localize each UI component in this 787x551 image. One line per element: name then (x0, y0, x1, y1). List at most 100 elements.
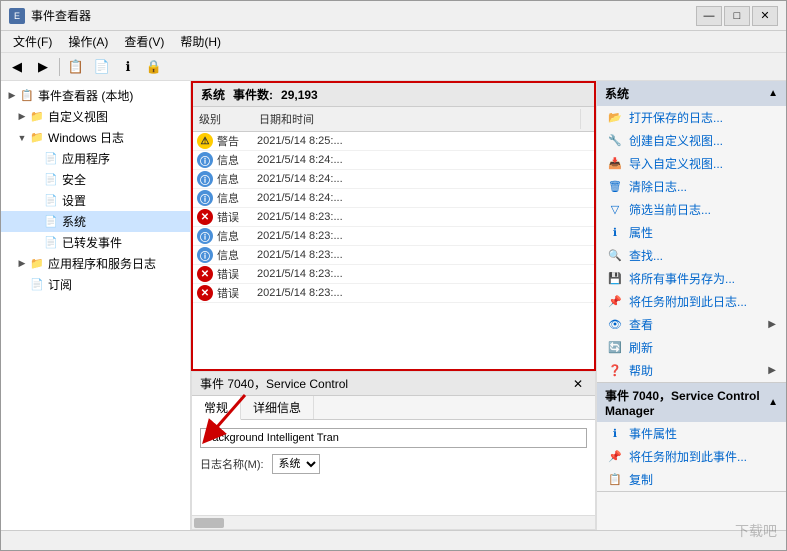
minimize-button[interactable]: — (696, 6, 722, 26)
detail-panel: 事件 7040，Service Control ✕ 常规 详细信息 日志名称(M… (191, 371, 596, 530)
sidebar-item-appsvclogs[interactable]: ▶ 📁 应用程序和服务日志 (1, 253, 190, 274)
sidebar-item-app[interactable]: 📄 应用程序 (1, 148, 190, 169)
action-icon-0-2: 📥 (607, 156, 623, 172)
right-action-1-0[interactable]: ℹ 事件属性 (597, 422, 786, 445)
level-text: 信息 (217, 247, 257, 263)
col-header-datetime: 日期和时间 (253, 109, 580, 129)
event-row[interactable]: ⚠ 警告 2021/5/14 8:25:... (193, 132, 594, 151)
detail-service-field (200, 428, 587, 448)
sidebar-label-subscriptions: 订阅 (48, 276, 72, 293)
menu-view[interactable]: 查看(V) (116, 31, 172, 52)
event-row[interactable]: ✕ 错误 2021/5/14 8:23:... (193, 265, 594, 284)
event-row[interactable]: ⓘ 信息 2021/5/14 8:24:... (193, 151, 594, 170)
right-action-0-1[interactable]: 🔧 创建自定义视图... (597, 129, 786, 152)
action-icon-0-3: 🗑 (607, 179, 623, 195)
log-select[interactable]: 系统 (272, 454, 320, 474)
event-row[interactable]: ⓘ 信息 2021/5/14 8:24:... (193, 170, 594, 189)
level-text: 错误 (217, 209, 257, 225)
panel-title: 系统 (201, 86, 225, 103)
sidebar-item-setup[interactable]: 📄 设置 (1, 190, 190, 211)
right-section-title-0: 系统 (605, 85, 629, 102)
right-action-1-2[interactable]: 📋 复制 (597, 468, 786, 491)
back-button[interactable]: ◀ (5, 56, 29, 78)
level-text: 错误 (217, 266, 257, 282)
action-icon-0-7: 💾 (607, 271, 623, 287)
right-action-0-11[interactable]: ❓ 帮助 ▶ (597, 359, 786, 382)
main-window: E 事件查看器 — □ ✕ 文件(F) 操作(A) 查看(V) 帮助(H) ◀ … (0, 0, 787, 551)
right-action-0-9[interactable]: 👁 查看 ▶ (597, 313, 786, 336)
maximize-button[interactable]: □ (724, 6, 750, 26)
right-action-0-7[interactable]: 💾 将所有事件另存为... (597, 267, 786, 290)
right-action-0-5[interactable]: ℹ 属性 (597, 221, 786, 244)
menu-action[interactable]: 操作(A) (60, 31, 116, 52)
sidebar-item-subscriptions[interactable]: 📄 订阅 (1, 274, 190, 295)
statusbar (1, 530, 786, 550)
sidebar-item-winlogs[interactable]: ▼ 📁 Windows 日志 (1, 127, 190, 148)
right-section-header-1[interactable]: 事件 7040，Service Control Manager▲ (597, 383, 786, 422)
action-icon-0-8: 📌 (607, 294, 623, 310)
scroll-thumb (194, 518, 224, 528)
sidebar-label-winlogs: Windows 日志 (48, 129, 124, 146)
event-row[interactable]: ✕ 错误 2021/5/14 8:23:... (193, 284, 594, 303)
event-row[interactable]: ✕ 错误 2021/5/14 8:23:... (193, 208, 594, 227)
close-button[interactable]: ✕ (752, 6, 778, 26)
level-text: 信息 (217, 171, 257, 187)
action-label-0-11: 帮助 (629, 362, 653, 379)
event-row[interactable]: ⓘ 信息 2021/5/14 8:23:... (193, 246, 594, 265)
event-rows[interactable]: ⚠ 警告 2021/5/14 8:25:... ⓘ 信息 2021/5/14 8… (193, 132, 594, 347)
main-content: ▶ 📋 事件查看器 (本地) ▶ 📁 自定义视图 ▼ 📁 Windows 日志 … (1, 81, 786, 530)
datetime-text: 2021/5/14 8:23:... (257, 230, 594, 242)
menu-file[interactable]: 文件(F) (5, 31, 60, 52)
level-text: 警告 (217, 133, 257, 149)
winlogs-icon: 📁 (29, 130, 45, 146)
toolbar-btn-3[interactable]: ℹ (116, 56, 140, 78)
datetime-text: 2021/5/14 8:23:... (257, 211, 594, 223)
detail-close-button[interactable]: ✕ (569, 377, 587, 391)
service-name-input[interactable] (200, 428, 587, 448)
tab-detail[interactable]: 详细信息 (241, 396, 314, 419)
forward-button[interactable]: ▶ (31, 56, 55, 78)
tab-general[interactable]: 常规 (192, 396, 241, 420)
right-action-0-2[interactable]: 📥 导入自定义视图... (597, 152, 786, 175)
sidebar-item-root[interactable]: ▶ 📋 事件查看器 (本地) (1, 85, 190, 106)
right-section-0: 系统▲ 📂 打开保存的日志... 🔧 创建自定义视图... 📥 导入自定义视图.… (597, 81, 786, 383)
toolbar-separator-1 (59, 58, 60, 76)
right-action-0-6[interactable]: 🔍 查找... (597, 244, 786, 267)
sidebar-item-customview[interactable]: ▶ 📁 自定义视图 (1, 106, 190, 127)
toolbar-btn-4[interactable]: 🔒 (142, 56, 166, 78)
toolbar-btn-2[interactable]: 📄 (90, 56, 114, 78)
system-icon: 📄 (43, 214, 59, 230)
right-panel: 系统▲ 📂 打开保存的日志... 🔧 创建自定义视图... 📥 导入自定义视图.… (596, 81, 786, 530)
event-row[interactable]: ⓘ 信息 2021/5/14 8:24:... (193, 189, 594, 208)
level-icon-warning: ⚠ (197, 133, 213, 149)
event-list-panel: 系统 事件数: 29,193 级别 日期和时间 ⚠ 警告 2021/5/14 8… (191, 81, 596, 371)
sidebar-item-forwarded[interactable]: 📄 已转发事件 (1, 232, 190, 253)
right-action-1-1[interactable]: 📌 将任务附加到此事件... (597, 445, 786, 468)
horizontal-scrollbar[interactable] (192, 515, 595, 529)
toolbar-btn-1[interactable]: 📋 (64, 56, 88, 78)
toolbar: ◀ ▶ 📋 📄 ℹ 🔒 (1, 53, 786, 81)
action-label-0-2: 导入自定义视图... (629, 155, 723, 172)
right-action-0-4[interactable]: ▽ 筛选当前日志... (597, 198, 786, 221)
right-section-title-1: 事件 7040，Service Control Manager (605, 387, 768, 418)
expand-icon-winlogs: ▼ (15, 133, 29, 143)
action-label-0-5: 属性 (629, 224, 653, 241)
menubar: 文件(F) 操作(A) 查看(V) 帮助(H) (1, 31, 786, 53)
action-icon-0-0: 📂 (607, 110, 623, 126)
detail-header: 事件 7040，Service Control ✕ (192, 372, 595, 396)
menu-help[interactable]: 帮助(H) (172, 31, 229, 52)
sidebar-item-system[interactable]: 📄 系统 (1, 211, 190, 232)
right-action-0-0[interactable]: 📂 打开保存的日志... (597, 106, 786, 129)
right-action-0-10[interactable]: 🔄 刷新 (597, 336, 786, 359)
action-label-0-8: 将任务附加到此日志... (629, 293, 747, 310)
action-icon-0-9: 👁 (607, 317, 623, 333)
right-action-0-3[interactable]: 🗑 清除日志... (597, 175, 786, 198)
event-row[interactable]: ⓘ 信息 2021/5/14 8:23:... (193, 227, 594, 246)
detail-content: 日志名称(M): 系统 (192, 420, 595, 515)
datetime-text: 2021/5/14 8:25:... (257, 135, 594, 147)
datetime-text: 2021/5/14 8:23:... (257, 287, 594, 299)
right-action-0-8[interactable]: 📌 将任务附加到此日志... (597, 290, 786, 313)
action-arrow-0-11: ▶ (768, 365, 776, 376)
sidebar-item-security[interactable]: 📄 安全 (1, 169, 190, 190)
right-section-header-0[interactable]: 系统▲ (597, 81, 786, 106)
